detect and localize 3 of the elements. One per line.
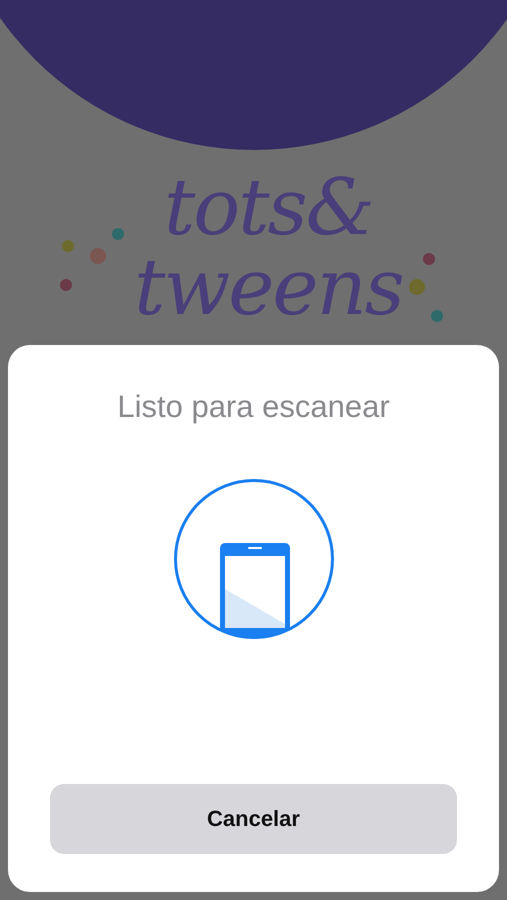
cancel-button[interactable]: Cancelar — [50, 784, 457, 854]
phone-scan-icon — [174, 479, 334, 639]
sheet-title: Listo para escanear — [117, 389, 390, 425]
